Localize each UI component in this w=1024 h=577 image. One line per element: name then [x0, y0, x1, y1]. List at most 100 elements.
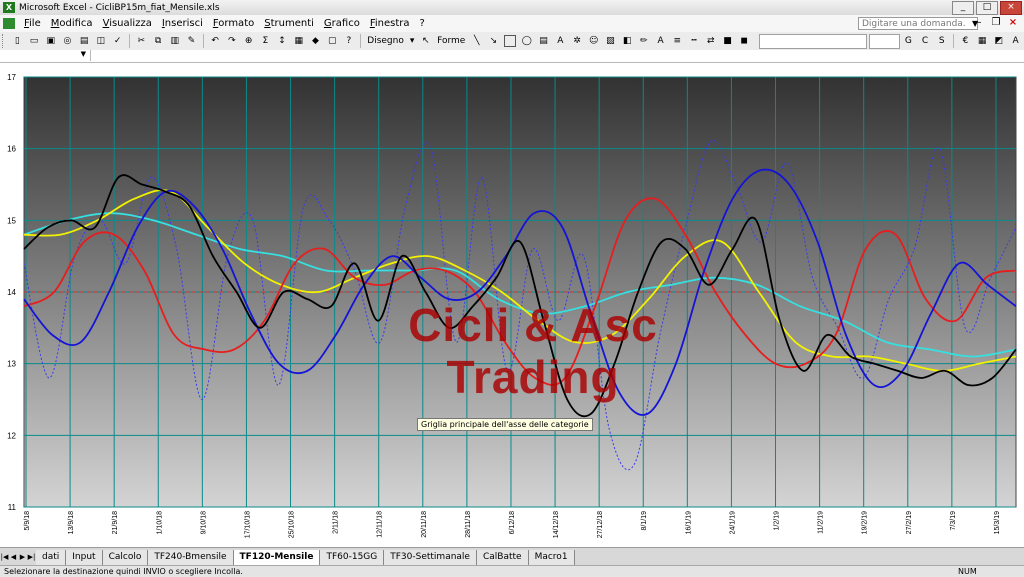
- shadow-icon[interactable]: ■: [720, 34, 735, 48]
- first-sheet-icon[interactable]: |◀: [0, 553, 9, 561]
- minimize-button[interactable]: _: [952, 1, 974, 15]
- doc-close-icon[interactable]: ×: [1006, 17, 1020, 29]
- status-bar: Selezionare la destinazione quindi INVIO…: [0, 565, 1024, 577]
- x-tick-label: 8/1/19: [641, 511, 648, 531]
- line-icon[interactable]: ╲: [469, 34, 484, 48]
- x-tick-label: 11/2/19: [818, 511, 825, 534]
- menu-inserisci[interactable]: Inserisci: [157, 15, 208, 32]
- menu-grafico[interactable]: Grafico: [319, 15, 365, 32]
- format-painter-icon[interactable]: ✎: [184, 34, 199, 48]
- sort-asc-icon[interactable]: ↕: [275, 34, 290, 48]
- doc-restore-icon[interactable]: ❐: [989, 17, 1003, 29]
- redo-icon[interactable]: ↷: [225, 34, 240, 48]
- tab-macro1[interactable]: Macro1: [528, 549, 575, 565]
- menu-visualizza[interactable]: Visualizza: [98, 15, 157, 32]
- autosum-icon[interactable]: Σ: [258, 34, 273, 48]
- save-icon[interactable]: ▣: [43, 34, 58, 48]
- y-tick-label: 11: [8, 503, 17, 512]
- x-tick-label: 1/2/19: [774, 511, 781, 531]
- x-tick-label: 12/11/18: [377, 511, 384, 538]
- shapes-menu[interactable]: Forme: [434, 36, 468, 46]
- font-name-field[interactable]: [758, 33, 867, 49]
- line-style-icon[interactable]: ≡: [670, 34, 685, 48]
- x-tick-label: 21/9/18: [112, 511, 119, 534]
- doc-minimize-icon[interactable]: –: [972, 17, 986, 29]
- next-sheet-icon[interactable]: ▶: [18, 553, 27, 561]
- menu-help[interactable]: ?: [414, 15, 429, 32]
- permission-icon[interactable]: ◎: [60, 34, 75, 48]
- italic-icon[interactable]: C: [918, 34, 933, 48]
- menu-formato[interactable]: Formato: [208, 15, 259, 32]
- menu-strumenti[interactable]: Strumenti: [259, 15, 319, 32]
- wordart-icon[interactable]: A: [553, 34, 568, 48]
- fill-color-icon[interactable]: ◧: [620, 34, 635, 48]
- text-color-icon[interactable]: A: [1008, 34, 1023, 48]
- tab-tf240-bmensile[interactable]: TF240-Bmensile: [148, 549, 234, 565]
- dropdown-arrow-icon[interactable]: ▾: [407, 36, 418, 46]
- bold-icon[interactable]: G: [901, 34, 916, 48]
- last-sheet-icon[interactable]: ▶|: [27, 553, 36, 561]
- paste-icon[interactable]: ▥: [167, 34, 182, 48]
- window-title: Microsoft Excel - CicliBP15m_fiat_Mensil…: [19, 2, 220, 13]
- chart-doc-icon[interactable]: [3, 18, 15, 29]
- select-pointer-icon[interactable]: ↖: [418, 34, 433, 48]
- menu-modifica[interactable]: Modifica: [46, 15, 98, 32]
- oval-icon[interactable]: ◯: [519, 34, 534, 48]
- chart-wizard-icon[interactable]: ▦: [291, 34, 306, 48]
- new-icon[interactable]: ▯: [10, 34, 25, 48]
- hyperlink-icon[interactable]: ⊕: [241, 34, 256, 48]
- help-search-input[interactable]: Digitare una domanda.: [858, 17, 978, 30]
- tab-tf60-15gg[interactable]: TF60-15GG: [320, 549, 385, 565]
- chart-area[interactable]: 11 12 13 14 15 16 17 5/9/18 13/9/18 21/9/18 1/10/1…: [0, 63, 1024, 547]
- print-preview-icon[interactable]: ◫: [94, 34, 109, 48]
- x-tick-label: 14/12/18: [553, 511, 560, 538]
- prev-sheet-icon[interactable]: ◀: [9, 553, 18, 561]
- tab-tf120-mensile[interactable]: TF120-Mensile: [233, 549, 321, 565]
- font-color-icon[interactable]: A: [653, 34, 668, 48]
- highlight-icon[interactable]: ◩: [992, 34, 1007, 48]
- name-box[interactable]: ▼: [2, 50, 91, 61]
- x-tick-label: 13/9/18: [68, 511, 75, 534]
- drawing-icon[interactable]: ◆: [308, 34, 323, 48]
- arrow-icon[interactable]: ↘: [486, 34, 501, 48]
- x-tick-label: 9/10/18: [200, 511, 207, 534]
- tab-calcolo[interactable]: Calcolo: [102, 549, 149, 565]
- tab-dati[interactable]: dati: [36, 549, 67, 565]
- line-color-icon[interactable]: ✏: [637, 34, 652, 48]
- drawing-menu[interactable]: Disegno: [364, 36, 407, 46]
- tab-tf30-settimanale[interactable]: TF30-Settimanale: [384, 549, 477, 565]
- menu-file[interactable]: File: [19, 15, 46, 32]
- font-size-field[interactable]: [868, 33, 900, 49]
- x-tick-label: 20/11/18: [421, 511, 428, 538]
- open-icon[interactable]: ▭: [27, 34, 42, 48]
- price-cycle-chart[interactable]: 11 12 13 14 15 16 17 5/9/18 13/9/18 21/9/18 1/10/1…: [0, 63, 1024, 547]
- x-tick-label: 16/1/19: [685, 511, 692, 534]
- tab-calbatte[interactable]: CalBatte: [476, 549, 529, 565]
- tab-input[interactable]: Input: [66, 549, 103, 565]
- currency-icon[interactable]: €: [958, 34, 973, 48]
- borders-icon[interactable]: ▦: [975, 34, 990, 48]
- copy-icon[interactable]: ⧉: [151, 34, 166, 48]
- print-icon[interactable]: ▤: [77, 34, 92, 48]
- help-icon[interactable]: ?: [342, 34, 357, 48]
- rectangle-icon[interactable]: [503, 34, 518, 48]
- close-button[interactable]: ×: [1000, 1, 1022, 15]
- undo-icon[interactable]: ↶: [208, 34, 223, 48]
- x-tick-label: 1/10/18: [156, 511, 163, 534]
- cut-icon[interactable]: ✂: [134, 34, 149, 48]
- 3d-icon[interactable]: ◼: [737, 34, 752, 48]
- formula-bar: ▼: [0, 50, 1024, 63]
- arrow-style-icon[interactable]: ⇄: [703, 34, 718, 48]
- toolbar-grip[interactable]: [2, 34, 6, 48]
- menu-finestra[interactable]: Finestra: [365, 15, 415, 32]
- y-tick-label: 17: [7, 73, 16, 82]
- picture-icon[interactable]: ▨: [603, 34, 618, 48]
- zoom-icon[interactable]: ▢: [325, 34, 340, 48]
- underline-icon[interactable]: S: [934, 34, 949, 48]
- textbox-icon[interactable]: ▤: [536, 34, 551, 48]
- clipart-icon[interactable]: ☺: [586, 34, 601, 48]
- maximize-button[interactable]: □: [976, 1, 998, 15]
- spelling-icon[interactable]: ✓: [110, 34, 125, 48]
- dash-style-icon[interactable]: ┅: [687, 34, 702, 48]
- diagram-icon[interactable]: ✲: [570, 34, 585, 48]
